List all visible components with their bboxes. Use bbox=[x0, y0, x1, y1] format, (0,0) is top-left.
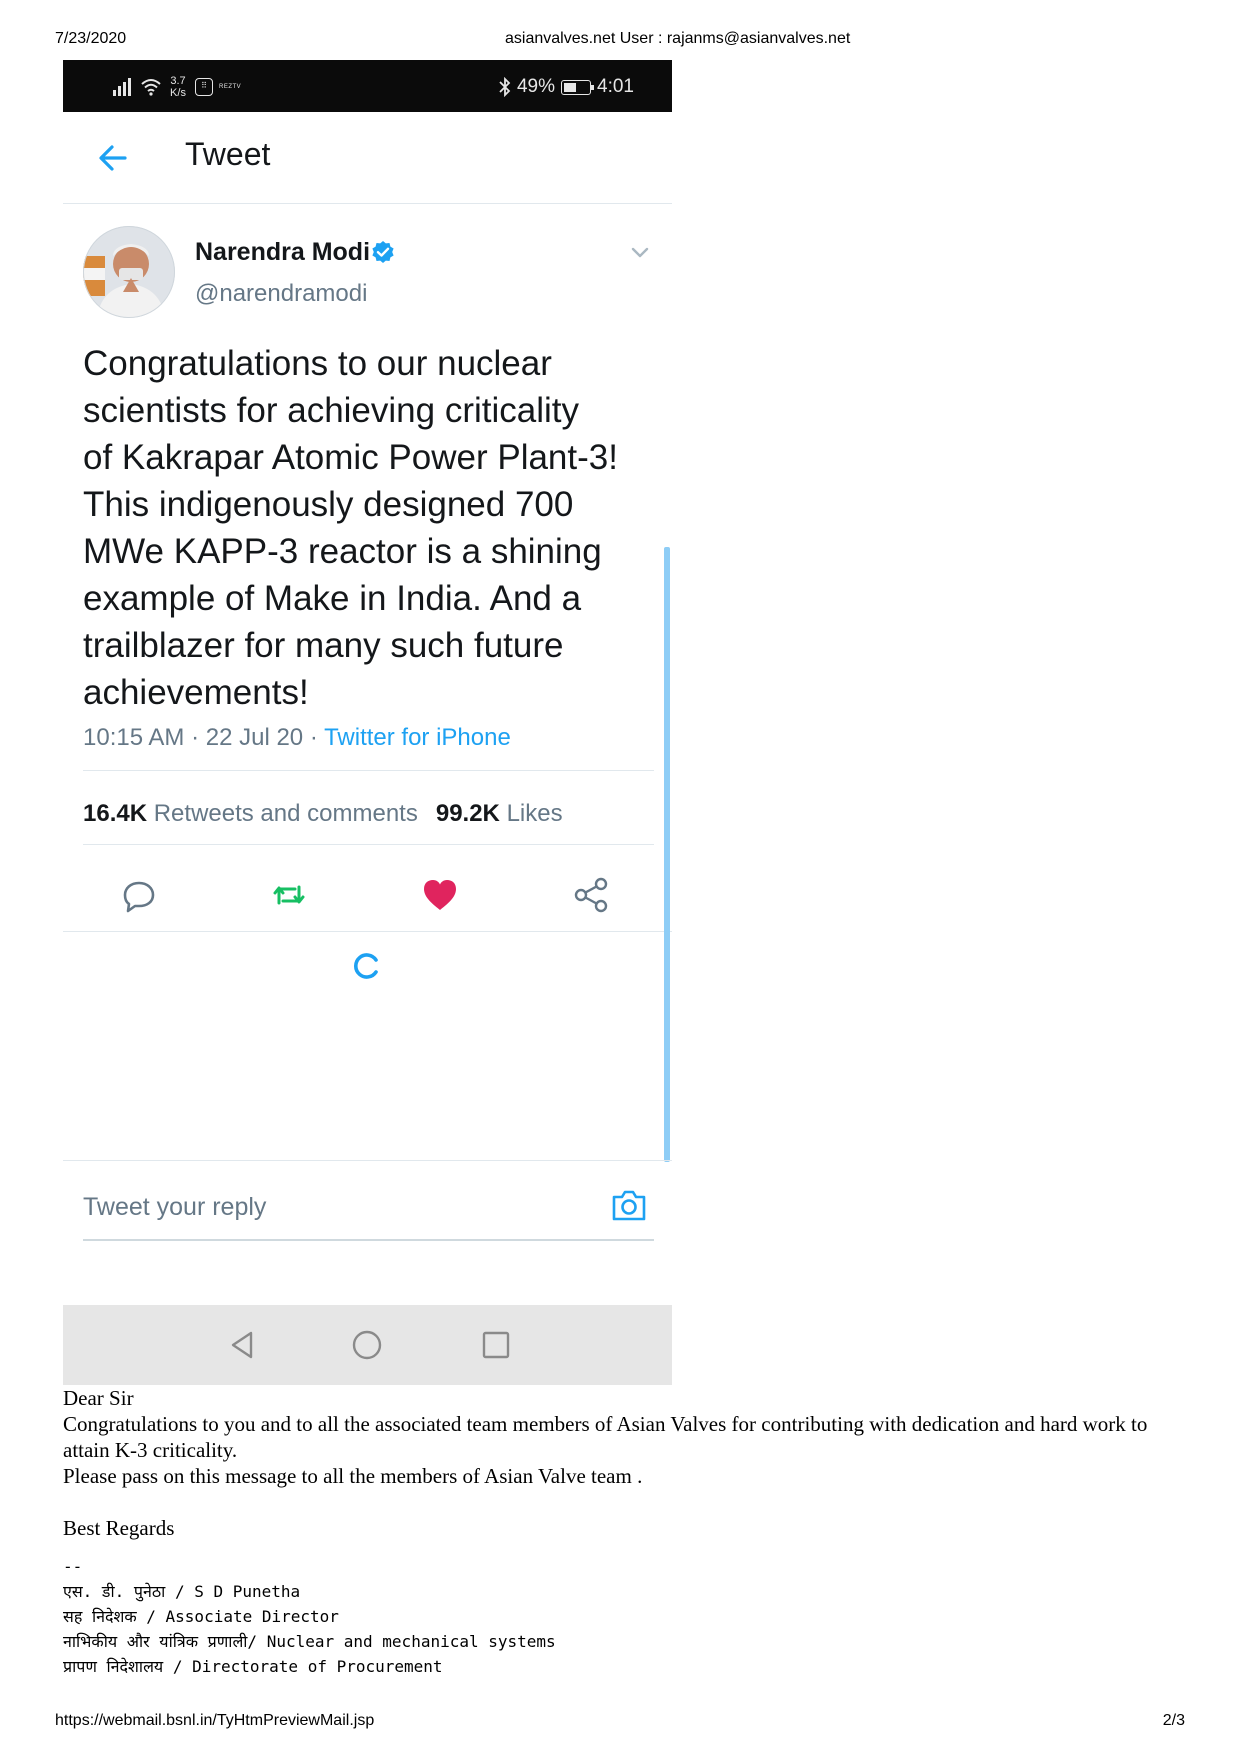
battery-icon bbox=[561, 79, 595, 95]
print-date: 7/23/2020 bbox=[55, 30, 127, 47]
retweets-label: Retweets and comments bbox=[153, 800, 418, 827]
email-signature: -- एस. डी. पुनेठा / S D Punetha सह निदेशक … bbox=[63, 1554, 556, 1679]
wifi-icon bbox=[141, 79, 161, 96]
print-title: asianvalves.net User : rajanms@asianvalv… bbox=[505, 30, 851, 47]
signature-line: -- bbox=[63, 1557, 83, 1576]
battery-percent: 49% bbox=[516, 76, 556, 97]
divider bbox=[63, 931, 672, 932]
email-paragraph: Congratulations to you and to all the as… bbox=[63, 1412, 1148, 1462]
app-notification-label: REZTV bbox=[219, 84, 242, 90]
nav-recents-icon[interactable] bbox=[478, 1327, 514, 1363]
reply-underline bbox=[83, 1239, 654, 1241]
nav-back-icon[interactable] bbox=[225, 1327, 261, 1363]
divider bbox=[83, 844, 654, 845]
signature-line: नाभिकीय और यांत्रिक प्रणाली/ Nuclear and… bbox=[63, 1632, 556, 1651]
retweets-stat[interactable]: 16.4K Retweets and comments bbox=[83, 800, 418, 827]
avatar[interactable] bbox=[83, 226, 175, 318]
tweet-time: 10:15 AM bbox=[83, 724, 185, 751]
meta-separator: · bbox=[309, 724, 325, 751]
nav-home-icon[interactable] bbox=[349, 1327, 385, 1363]
loading-spinner-icon bbox=[354, 953, 378, 979]
print-header: 7/23/2020 asianvalves.net User : rajanms… bbox=[55, 30, 1185, 52]
network-speed: 3.7 K/s bbox=[170, 75, 186, 99]
app-notification-icon: ⠿ bbox=[195, 78, 213, 96]
signature-line: एस. डी. पुनेठा / S D Punetha bbox=[63, 1582, 301, 1601]
share-icon[interactable] bbox=[571, 875, 611, 915]
email-greeting: Dear Sir bbox=[63, 1386, 134, 1410]
page-number: 2/3 bbox=[1162, 1712, 1185, 1729]
meta-separator: · bbox=[191, 724, 206, 751]
tweet-source-link[interactable]: Twitter for iPhone bbox=[324, 724, 511, 751]
signal-icon bbox=[113, 78, 135, 96]
author-name[interactable]: Narendra Modi bbox=[195, 238, 370, 267]
retweet-icon[interactable] bbox=[269, 875, 309, 915]
scrollbar[interactable] bbox=[664, 547, 670, 1162]
like-heart-icon[interactable] bbox=[420, 875, 460, 915]
email-body: Dear Sir Congratulations to you and to a… bbox=[63, 1385, 1183, 1541]
reply-icon[interactable] bbox=[119, 875, 159, 915]
likes-count: 99.2K bbox=[435, 800, 500, 827]
back-arrow-icon[interactable] bbox=[93, 138, 133, 178]
android-nav-bar bbox=[63, 1305, 672, 1385]
verified-badge-icon bbox=[372, 241, 394, 263]
signature-line: सह निदेशक / Associate Director bbox=[63, 1607, 339, 1626]
divider bbox=[83, 770, 654, 771]
battery-fill bbox=[564, 82, 576, 92]
email-closing: Best Regards bbox=[63, 1516, 175, 1540]
reply-bar bbox=[63, 1160, 672, 1252]
tweet-meta: 10:15 AM · 22 Jul 20 · Twitter for iPhon… bbox=[83, 724, 511, 752]
chevron-down-icon[interactable] bbox=[628, 240, 652, 264]
tweet-date: 22 Jul 20 bbox=[205, 724, 304, 751]
author-handle[interactable]: @narendramodi bbox=[195, 280, 367, 308]
signature-line: प्रापण निदेशालय / Directorate of Procure… bbox=[63, 1657, 443, 1676]
tweet-text: Congratulations to our nuclear scientist… bbox=[83, 344, 618, 712]
email-paragraph: Please pass on this message to all the m… bbox=[63, 1464, 643, 1488]
camera-icon[interactable] bbox=[610, 1187, 648, 1223]
bluetooth-icon bbox=[499, 77, 511, 97]
likes-label: Likes bbox=[506, 800, 563, 827]
tweet-stats: 16.4K Retweets and comments 99.2K Likes bbox=[83, 800, 563, 828]
print-url: https://webmail.bsnl.in/TyHtmPreviewMail… bbox=[55, 1712, 375, 1729]
retweets-count: 16.4K bbox=[83, 800, 148, 827]
phone-screenshot: 3.7 K/s ⠿ REZTV 49% 4:01 Tweet Narendra … bbox=[63, 60, 672, 1385]
likes-stat[interactable]: 99.2K Likes bbox=[436, 800, 563, 827]
app-header: Tweet bbox=[63, 112, 672, 204]
page-title: Tweet bbox=[185, 136, 271, 172]
reply-input[interactable] bbox=[83, 1189, 543, 1225]
clock: 4:01 bbox=[597, 76, 634, 97]
print-footer: https://webmail.bsnl.in/TyHtmPreviewMail… bbox=[55, 1712, 1185, 1734]
status-bar: 3.7 K/s ⠿ REZTV 49% 4:01 bbox=[63, 60, 672, 112]
